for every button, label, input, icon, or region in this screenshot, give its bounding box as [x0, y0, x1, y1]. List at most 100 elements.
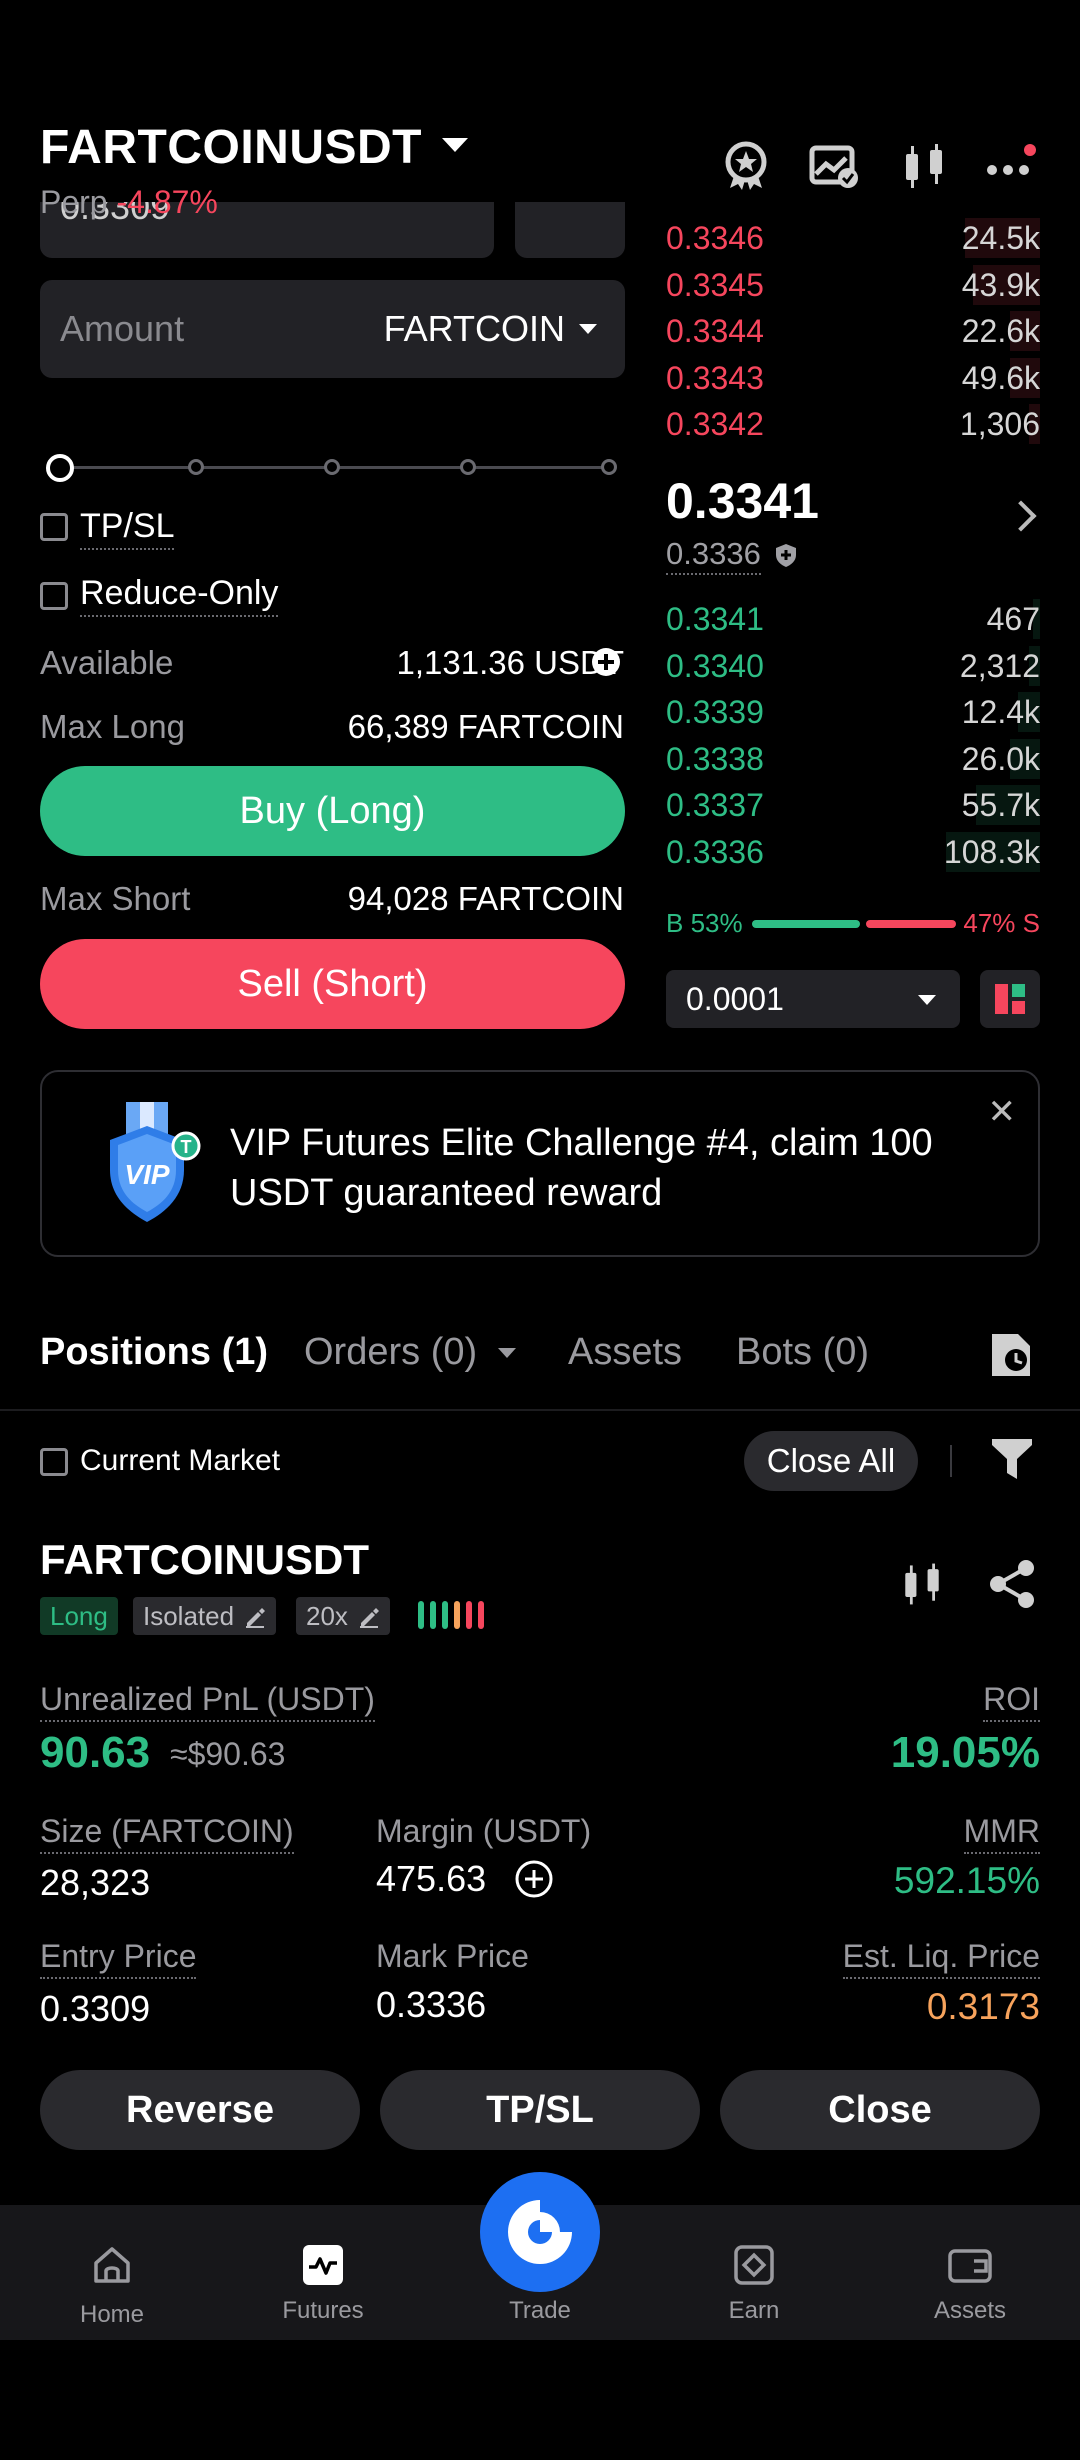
ask-row[interactable]: 0.3342 1,306: [666, 402, 1040, 448]
close-icon[interactable]: ✕: [988, 1092, 1017, 1132]
mmr-value: 592.15%: [893, 1860, 1040, 1901]
filter-icon[interactable]: [990, 1437, 1034, 1481]
slider-step-50[interactable]: [324, 459, 340, 475]
price-type-select[interactable]: [515, 200, 625, 258]
tick-size-value: 0.0001: [686, 981, 784, 1017]
close-position-button[interactable]: Close: [720, 2070, 1040, 2150]
chevron-right-icon[interactable]: [1005, 500, 1037, 532]
slider-step-25[interactable]: [188, 459, 204, 475]
bid-row[interactable]: 0.3338 26.0k: [666, 737, 1040, 783]
roi-label: ROI: [983, 1681, 1040, 1722]
ask-row[interactable]: 0.3346 24.5k: [666, 216, 1040, 262]
promo-banner[interactable]: VIP T VIP Futures Elite Challenge #4, cl…: [40, 1070, 1040, 1257]
margin-mode-tag[interactable]: Isolated: [133, 1597, 277, 1635]
vip-medal-icon: VIP T: [110, 1102, 201, 1222]
ask-row[interactable]: 0.3344 22.6k: [666, 309, 1040, 355]
amount-unit-select[interactable]: FARTCOIN: [384, 308, 565, 350]
nav-home[interactable]: Home: [4, 2205, 220, 2340]
tab-assets[interactable]: Assets: [568, 1331, 682, 1374]
mmr-label: MMR: [963, 1813, 1040, 1854]
size-value: 28,323: [40, 1862, 151, 1903]
entry-price-value: 0.3309: [40, 1988, 151, 2029]
bid-row[interactable]: 0.3336 108.3k: [666, 830, 1040, 876]
candlestick-icon[interactable]: [896, 1558, 948, 1610]
reverse-button[interactable]: Reverse: [40, 2070, 360, 2150]
reduce-only-checkbox[interactable]: [40, 582, 68, 610]
bid-row[interactable]: 0.3339 12.4k: [666, 690, 1040, 736]
sell-ratio-bar: [866, 920, 956, 928]
bid-qty: 26.0k: [961, 740, 1040, 777]
bid-qty: 55.7k: [961, 787, 1040, 823]
bid-row[interactable]: 0.3337 55.7k: [666, 783, 1040, 829]
margin-label: Margin (USDT): [376, 1813, 592, 1849]
edit-icon: [246, 1608, 266, 1628]
ask-price: 0.3344: [666, 313, 764, 349]
current-market-checkbox[interactable]: [40, 1448, 68, 1476]
tab-positions[interactable]: Positions (1): [40, 1331, 268, 1374]
chart-check-icon[interactable]: [806, 138, 862, 194]
tpsl-checkbox[interactable]: [40, 513, 68, 541]
award-icon[interactable]: [718, 138, 774, 194]
share-icon[interactable]: [986, 1558, 1038, 1610]
bid-price: 0.3339: [666, 694, 764, 730]
book-layout-button[interactable]: [980, 970, 1040, 1028]
tab-divider: [0, 1409, 1080, 1411]
mark-price-label: Mark Price: [376, 1938, 529, 1974]
bid-price: 0.3336: [666, 833, 764, 870]
slider-step-100[interactable]: [601, 459, 617, 475]
tpsl-label: TP/SL: [80, 507, 175, 550]
tick-size-select[interactable]: 0.0001: [666, 970, 960, 1028]
candlestick-icon[interactable]: [896, 138, 952, 194]
order-history-icon[interactable]: [988, 1330, 1034, 1380]
ask-row[interactable]: 0.3345 43.9k: [666, 263, 1040, 309]
upnl-value: 90.63: [40, 1728, 151, 1777]
leverage-tag[interactable]: 20x: [296, 1597, 390, 1635]
nav-earn[interactable]: Earn: [646, 2205, 862, 2340]
more-icon[interactable]: [982, 138, 1038, 194]
liq-price-value: 0.3173: [926, 1986, 1040, 2027]
symbol-title[interactable]: FARTCOINUSDT: [40, 120, 422, 175]
bid-row[interactable]: 0.3341 467: [666, 597, 1040, 643]
divider: [950, 1445, 952, 1477]
promo-text: VIP Futures Elite Challenge #4, claim 10…: [230, 1122, 933, 1214]
available-label: Available: [40, 644, 174, 681]
buy-ratio-bar: [752, 920, 860, 928]
trade-button[interactable]: [480, 2172, 600, 2292]
close-all-button[interactable]: Close All: [744, 1431, 918, 1491]
ask-row[interactable]: 0.3343 49.6k: [666, 356, 1040, 402]
tpsl-button[interactable]: TP/SL: [380, 2070, 700, 2150]
add-margin-icon[interactable]: [514, 1859, 554, 1899]
add-funds-icon[interactable]: [590, 646, 622, 678]
tab-orders[interactable]: Orders (0): [304, 1331, 477, 1374]
size-label: Size (FARTCOIN): [40, 1813, 294, 1854]
tab-bots[interactable]: Bots (0): [736, 1331, 869, 1374]
contract-info: Perp -4.87%: [40, 184, 218, 221]
margin-value: 475.63: [376, 1858, 487, 1899]
upnl-usd: ≈$90.63: [170, 1736, 286, 1772]
upnl-label: Unrealized PnL (USDT): [40, 1681, 375, 1722]
nav-assets[interactable]: Assets: [862, 2205, 1078, 2340]
ask-qty: 22.6k: [961, 313, 1040, 349]
nav-futures[interactable]: Futures: [215, 2205, 431, 2340]
ask-price: 0.3343: [666, 359, 764, 396]
slider-step-75[interactable]: [460, 459, 476, 475]
sell-short-button[interactable]: Sell (Short): [40, 939, 625, 1029]
max-long-label: Max Long: [40, 708, 185, 745]
svg-text:VIP: VIP: [124, 1159, 169, 1190]
sell-ratio: 47% S: [963, 908, 1040, 938]
position-symbol[interactable]: FARTCOINUSDT: [40, 1536, 369, 1584]
buy-ratio: B 53%: [666, 908, 743, 938]
slider-handle[interactable]: [46, 454, 74, 482]
mark-price-value: 0.3336: [666, 536, 761, 575]
nav-trade-label: Trade: [509, 2297, 571, 2324]
bid-row[interactable]: 0.3340 2,312: [666, 644, 1040, 690]
chevron-down-icon[interactable]: [498, 1348, 516, 1358]
mark-price-value: 0.3336: [376, 1984, 487, 2025]
max-short-label: Max Short: [40, 880, 191, 917]
chevron-down-icon: [918, 995, 936, 1005]
reduce-only-label: Reduce-Only: [80, 574, 279, 617]
side-tag: Long: [40, 1597, 118, 1635]
amount-input[interactable]: Amount FARTCOIN: [40, 280, 625, 378]
symbol-dropdown-icon[interactable]: [442, 138, 468, 152]
buy-long-button[interactable]: Buy (Long): [40, 766, 625, 856]
